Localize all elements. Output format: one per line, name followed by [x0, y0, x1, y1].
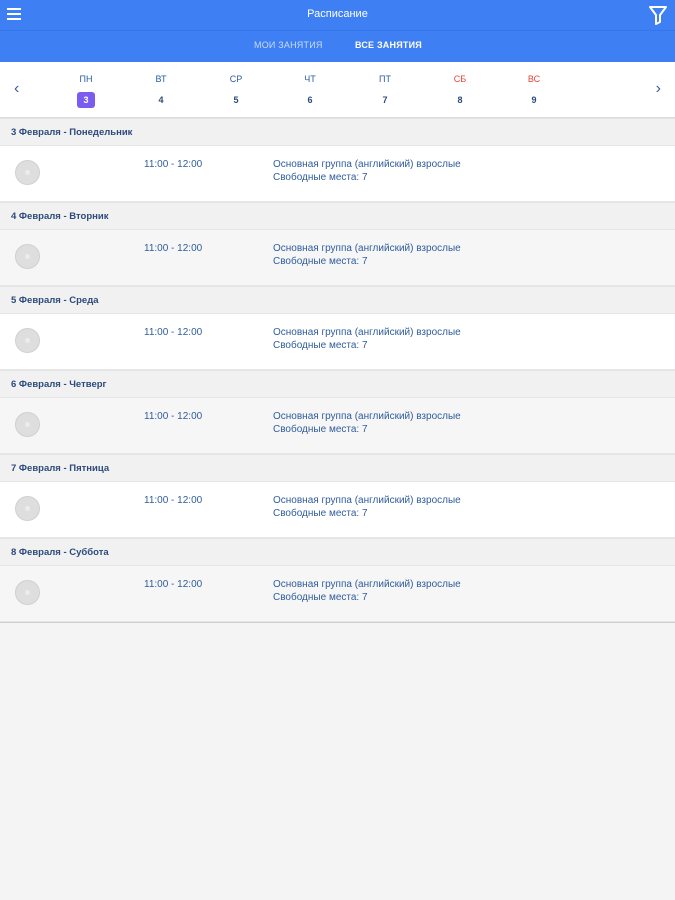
chevron-right-icon[interactable]: ›	[656, 81, 661, 97]
free-seats: Свободные места: 7	[273, 424, 368, 435]
free-seats: Свободные места: 7	[273, 256, 368, 267]
day-number: 3	[77, 92, 95, 108]
app-header: Расписание	[0, 0, 675, 30]
day-number: 5	[233, 95, 239, 105]
day-of-week-label: СБ	[453, 74, 467, 84]
date-section-header: 7 Февраля - Пятница	[0, 454, 675, 481]
free-seats: Свободные места: 7	[273, 172, 368, 183]
date-section-header: 5 Февраля - Среда	[0, 286, 675, 313]
free-seats: Свободные места: 7	[273, 508, 368, 519]
day-of-week-label: ВТ	[155, 74, 167, 84]
day-of-week-label: СР	[229, 74, 243, 84]
page-title: Расписание	[307, 8, 368, 20]
chevron-left-icon[interactable]: ‹	[14, 81, 19, 97]
day-saturday[interactable]: СБ 8	[440, 74, 480, 108]
avatar	[15, 580, 40, 605]
day-sunday[interactable]: ВС 9	[514, 74, 554, 108]
class-time: 11:00 - 12:00	[144, 159, 203, 170]
date-section-header: 8 Февраля - Суббота	[0, 538, 675, 565]
class-row[interactable]: 11:00 - 12:00 Основная группа (английски…	[0, 229, 675, 286]
class-time: 11:00 - 12:00	[144, 495, 203, 506]
day-number: 7	[382, 95, 388, 105]
day-wednesday[interactable]: СР 5	[216, 74, 256, 108]
class-time: 11:00 - 12:00	[144, 327, 203, 338]
class-row[interactable]: 11:00 - 12:00 Основная группа (английски…	[0, 313, 675, 370]
class-row[interactable]: 11:00 - 12:00 Основная группа (английски…	[0, 481, 675, 538]
class-time: 11:00 - 12:00	[144, 411, 203, 422]
class-group-name: Основная группа (английский) взрослые	[273, 411, 461, 422]
day-number: 6	[307, 95, 313, 105]
class-group-name: Основная группа (английский) взрослые	[273, 579, 461, 590]
avatar	[15, 244, 40, 269]
day-of-week-label: ПН	[79, 74, 93, 84]
class-group-name: Основная группа (английский) взрослые	[273, 243, 461, 254]
tab-all-classes[interactable]: ВСЕ ЗАНЯТИЯ	[355, 40, 422, 50]
day-number: 8	[457, 95, 463, 105]
class-time: 11:00 - 12:00	[144, 243, 203, 254]
day-tuesday[interactable]: ВТ 4	[141, 74, 181, 108]
class-row[interactable]: 11:00 - 12:00 Основная группа (английски…	[0, 145, 675, 202]
avatar	[15, 496, 40, 521]
day-of-week-label: ПТ	[379, 74, 391, 84]
day-friday[interactable]: ПТ 7	[365, 74, 405, 108]
day-thursday[interactable]: ЧТ 6	[290, 74, 330, 108]
date-section-header: 3 Февраля - Понедельник	[0, 118, 675, 145]
day-number: 4	[158, 95, 164, 105]
day-of-week-label: ЧТ	[304, 74, 316, 84]
day-monday[interactable]: ПН 3	[66, 74, 106, 108]
class-time: 11:00 - 12:00	[144, 579, 203, 590]
date-section-header: 6 Февраля - Четверг	[0, 370, 675, 397]
class-row[interactable]: 11:00 - 12:00 Основная группа (английски…	[0, 565, 675, 622]
class-row[interactable]: 11:00 - 12:00 Основная группа (английски…	[0, 397, 675, 454]
tab-bar: МОИ ЗАНЯТИЯ ВСЕ ЗАНЯТИЯ	[0, 30, 675, 63]
free-seats: Свободные места: 7	[273, 592, 368, 603]
tab-my-classes[interactable]: МОИ ЗАНЯТИЯ	[254, 40, 323, 50]
avatar	[15, 412, 40, 437]
day-of-week-label: ВС	[527, 74, 541, 84]
class-group-name: Основная группа (английский) взрослые	[273, 327, 461, 338]
class-group-name: Основная группа (английский) взрослые	[273, 159, 461, 170]
free-seats: Свободные места: 7	[273, 340, 368, 351]
day-number: 9	[531, 95, 537, 105]
list-divider	[0, 622, 675, 623]
avatar	[15, 328, 40, 353]
schedule-list: 3 Февраля - Понедельник 11:00 - 12:00 Ос…	[0, 118, 675, 623]
avatar	[15, 160, 40, 185]
week-selector: ‹ ПН 3 ВТ 4 СР 5 ЧТ 6 ПТ 7 СБ 8 ВС 9 ›	[0, 62, 675, 118]
date-section-header: 4 Февраля - Вторник	[0, 202, 675, 229]
class-group-name: Основная группа (английский) взрослые	[273, 495, 461, 506]
funnel-filter-icon[interactable]	[649, 5, 667, 25]
